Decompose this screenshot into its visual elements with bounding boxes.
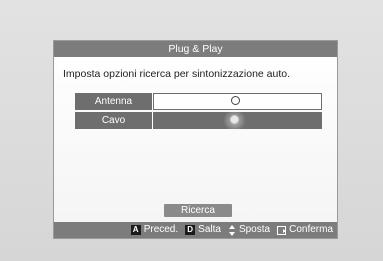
d-key-icon: D [185,225,196,235]
search-button[interactable]: Ricerca [164,204,232,217]
up-down-arrows-icon [228,224,236,236]
hint-move: Sposta [228,222,270,238]
a-key-icon: A [130,225,141,235]
footer-hints: A Preced. D Salta Sposta Conferma [54,222,337,238]
option-cavo-label: Cavo [75,112,153,129]
dialog-title: Plug & Play [54,41,337,57]
instruction-text: Imposta opzioni ricerca per sintonizzazi… [63,68,291,80]
option-antenna-label: Antenna [75,93,153,110]
option-antenna[interactable]: Antenna [75,93,322,110]
hint-skip[interactable]: D Salta [185,222,221,238]
plug-and-play-dialog: Plug & Play Imposta opzioni ricerca per … [53,40,338,239]
hint-prev[interactable]: A Preced. [130,222,179,238]
option-cavo[interactable]: Cavo [75,109,322,132]
hint-confirm-label: Conferma [289,224,333,235]
tv-screen: Plug & Play Imposta opzioni ricerca per … [0,0,383,261]
option-cavo-field[interactable] [153,109,322,132]
hint-confirm[interactable]: Conferma [277,222,333,238]
hint-skip-label: Salta [198,224,221,235]
hint-prev-label: Preced. [143,224,179,235]
hint-move-label: Sposta [238,224,271,235]
enter-icon [277,225,287,235]
option-antenna-field[interactable] [153,93,322,110]
radio-icon[interactable] [230,115,239,124]
radio-icon[interactable] [231,96,240,105]
